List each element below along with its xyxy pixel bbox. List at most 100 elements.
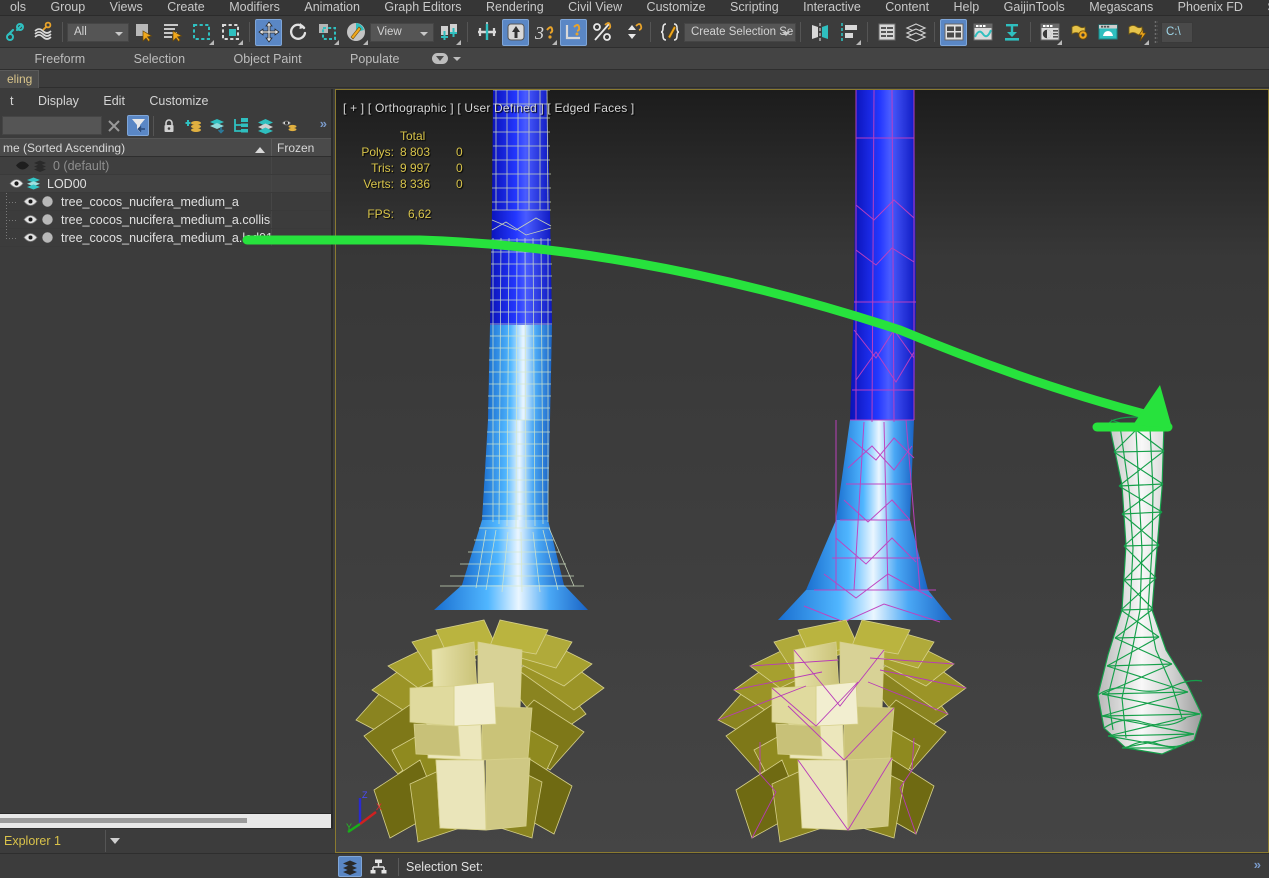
angle-snap-toggle-icon[interactable]: 3	[531, 19, 558, 46]
percent-snap-toggle-icon[interactable]	[560, 18, 587, 46]
ribbon-tab-selection[interactable]: Selection	[112, 48, 207, 69]
project-path-field[interactable]: C:\	[1161, 21, 1193, 43]
menu-item-tools[interactable]: ols	[0, 0, 36, 15]
list-item[interactable]: tree_cocos_nucifera_medium_a	[0, 193, 331, 211]
layer-manager-toggle-icon[interactable]	[338, 856, 362, 877]
display-hide-icon[interactable]	[278, 115, 300, 136]
ribbon-minimize-dropdown[interactable]	[426, 48, 467, 69]
scrollbar-thumb[interactable]	[0, 818, 247, 823]
layer-explorer-icon[interactable]	[873, 19, 900, 46]
layers-icon[interactable]	[254, 115, 276, 136]
list-item[interactable]: 0 (default)	[0, 157, 331, 175]
menu-item-graph-editors[interactable]: Graph Editors	[374, 0, 471, 15]
viewport[interactable]: [ + ] [ Orthographic ] [ User Defined ] …	[335, 89, 1269, 853]
search-input[interactable]	[2, 116, 102, 135]
status-overflow-icon[interactable]: »	[1254, 857, 1261, 872]
viewport-label[interactable]: [ + ] [ Orthographic ] [ User Defined ] …	[343, 101, 634, 115]
select-by-name-icon[interactable]	[159, 19, 186, 46]
edit-named-selection-sets-icon[interactable]	[656, 19, 683, 46]
menu-item-substance[interactable]: Subst	[1257, 0, 1269, 15]
list-item[interactable]: LOD00	[0, 175, 331, 193]
ribbon-tab-freeform[interactable]: Freeform	[12, 48, 107, 69]
menu-item-phoenix-fd[interactable]: Phoenix FD	[1168, 0, 1253, 15]
frozen-cell[interactable]	[271, 157, 331, 174]
ribbon-tab-populate[interactable]: Populate	[328, 48, 421, 69]
select-and-place-icon[interactable]	[342, 19, 369, 46]
list-item[interactable]: tree_cocos_nucifera_medium_a.collision	[0, 211, 331, 229]
curve-editor-icon[interactable]	[969, 19, 996, 46]
select-and-move-icon[interactable]	[255, 18, 282, 46]
named-selection-sets-combo[interactable]: Create Selection Se	[684, 22, 796, 42]
filter-selection-icon[interactable]	[127, 115, 149, 136]
ribbon-tab-modeling[interactable]: eling	[0, 70, 40, 88]
selection-filter-combo[interactable]: All	[67, 22, 129, 42]
frozen-cell[interactable]	[271, 229, 331, 246]
material-editor-icon[interactable]	[1036, 19, 1063, 46]
explorer-menu-customize[interactable]: Customize	[139, 89, 218, 113]
bind-to-space-warp-icon[interactable]	[30, 19, 57, 46]
menu-item-interactive[interactable]: Interactive	[793, 0, 871, 15]
select-and-scale-icon[interactable]	[313, 19, 340, 46]
render-production-icon[interactable]	[1123, 19, 1150, 46]
mirror-icon[interactable]	[473, 19, 500, 46]
menu-item-customize[interactable]: Customize	[637, 0, 716, 15]
render-setup-icon[interactable]	[1065, 19, 1092, 46]
spinner-snap-toggle-icon[interactable]	[618, 19, 645, 46]
visibility-on-icon[interactable]	[22, 214, 39, 225]
column-header-name[interactable]: me (Sorted Ascending)	[0, 141, 271, 155]
visibility-on-icon[interactable]	[8, 178, 25, 189]
align-panel-icon[interactable]	[835, 19, 862, 46]
select-object-icon[interactable]	[130, 19, 157, 46]
menu-item-scripting[interactable]: Scripting	[720, 0, 789, 15]
frozen-cell[interactable]	[271, 211, 331, 228]
menu-item-megascans[interactable]: Megascans	[1079, 0, 1163, 15]
explorer-menu-edit[interactable]: Edit	[93, 89, 135, 113]
menu-item-animation[interactable]: Animation	[294, 0, 370, 15]
3ds-max-window: ols Group Views Create Modifiers Animati…	[0, 0, 1269, 878]
menu-item-civil-view[interactable]: Civil View	[558, 0, 632, 15]
reference-coordinate-system-combo[interactable]: View	[370, 22, 434, 42]
visibility-on-icon[interactable]	[22, 196, 39, 207]
layer-manager-icon[interactable]	[902, 19, 929, 46]
menu-item-rendering[interactable]: Rendering	[476, 0, 554, 15]
use-pivot-center-icon[interactable]	[435, 19, 462, 46]
scene-explorer-icon[interactable]	[940, 18, 967, 46]
menu-item-create[interactable]: Create	[157, 0, 215, 15]
explorer-menu-select[interactable]: t	[0, 89, 23, 113]
explorer-dropdown-icon[interactable]	[105, 830, 123, 852]
toolbar-separator	[467, 22, 468, 42]
menu-item-modifiers[interactable]: Modifiers	[219, 0, 290, 15]
explorer-menu-display[interactable]: Display	[28, 89, 89, 113]
column-header-frozen[interactable]: Frozen	[271, 139, 331, 156]
menu-item-content[interactable]: Content	[875, 0, 939, 15]
ribbon-tab-object-paint[interactable]: Object Paint	[212, 48, 324, 69]
menu-item-views[interactable]: Views	[100, 0, 153, 15]
unlink-selection-icon[interactable]	[1, 19, 28, 46]
render-frame-window-icon[interactable]	[1094, 19, 1121, 46]
window-crossing-icon[interactable]	[217, 19, 244, 46]
lock-icon[interactable]	[158, 115, 180, 136]
stats-fps-label: FPS:	[367, 207, 394, 221]
schematic-view-icon[interactable]	[998, 19, 1025, 46]
explorer-overflow-icon[interactable]: »	[320, 116, 327, 131]
select-and-rotate-icon[interactable]	[284, 19, 311, 46]
schematic-view-toggle-icon[interactable]	[365, 856, 391, 877]
clear-search-icon[interactable]	[103, 115, 125, 136]
menu-item-help[interactable]: Help	[944, 0, 990, 15]
expand-hierarchy-icon[interactable]	[230, 115, 252, 136]
list-item[interactable]: tree_cocos_nucifera_medium_a.lod01	[0, 229, 331, 247]
snaps-toggle-icon[interactable]	[502, 18, 529, 46]
percent-snap-icon[interactable]	[589, 19, 616, 46]
menu-item-gaijintools[interactable]: GaijinTools	[994, 0, 1075, 15]
explorer-horizontal-scrollbar[interactable]	[0, 813, 331, 828]
mirror-panel-icon[interactable]	[806, 19, 833, 46]
select-layer-icon[interactable]	[206, 115, 228, 136]
add-to-new-layer-icon[interactable]	[182, 115, 204, 136]
visibility-off-icon[interactable]	[14, 160, 31, 171]
rectangular-selection-region-icon[interactable]	[188, 19, 215, 46]
toolbar-drag-handle[interactable]	[1154, 20, 1158, 44]
frozen-cell[interactable]	[271, 175, 331, 192]
frozen-cell[interactable]	[271, 193, 331, 210]
visibility-on-icon[interactable]	[22, 232, 39, 243]
menu-item-group[interactable]: Group	[40, 0, 95, 15]
